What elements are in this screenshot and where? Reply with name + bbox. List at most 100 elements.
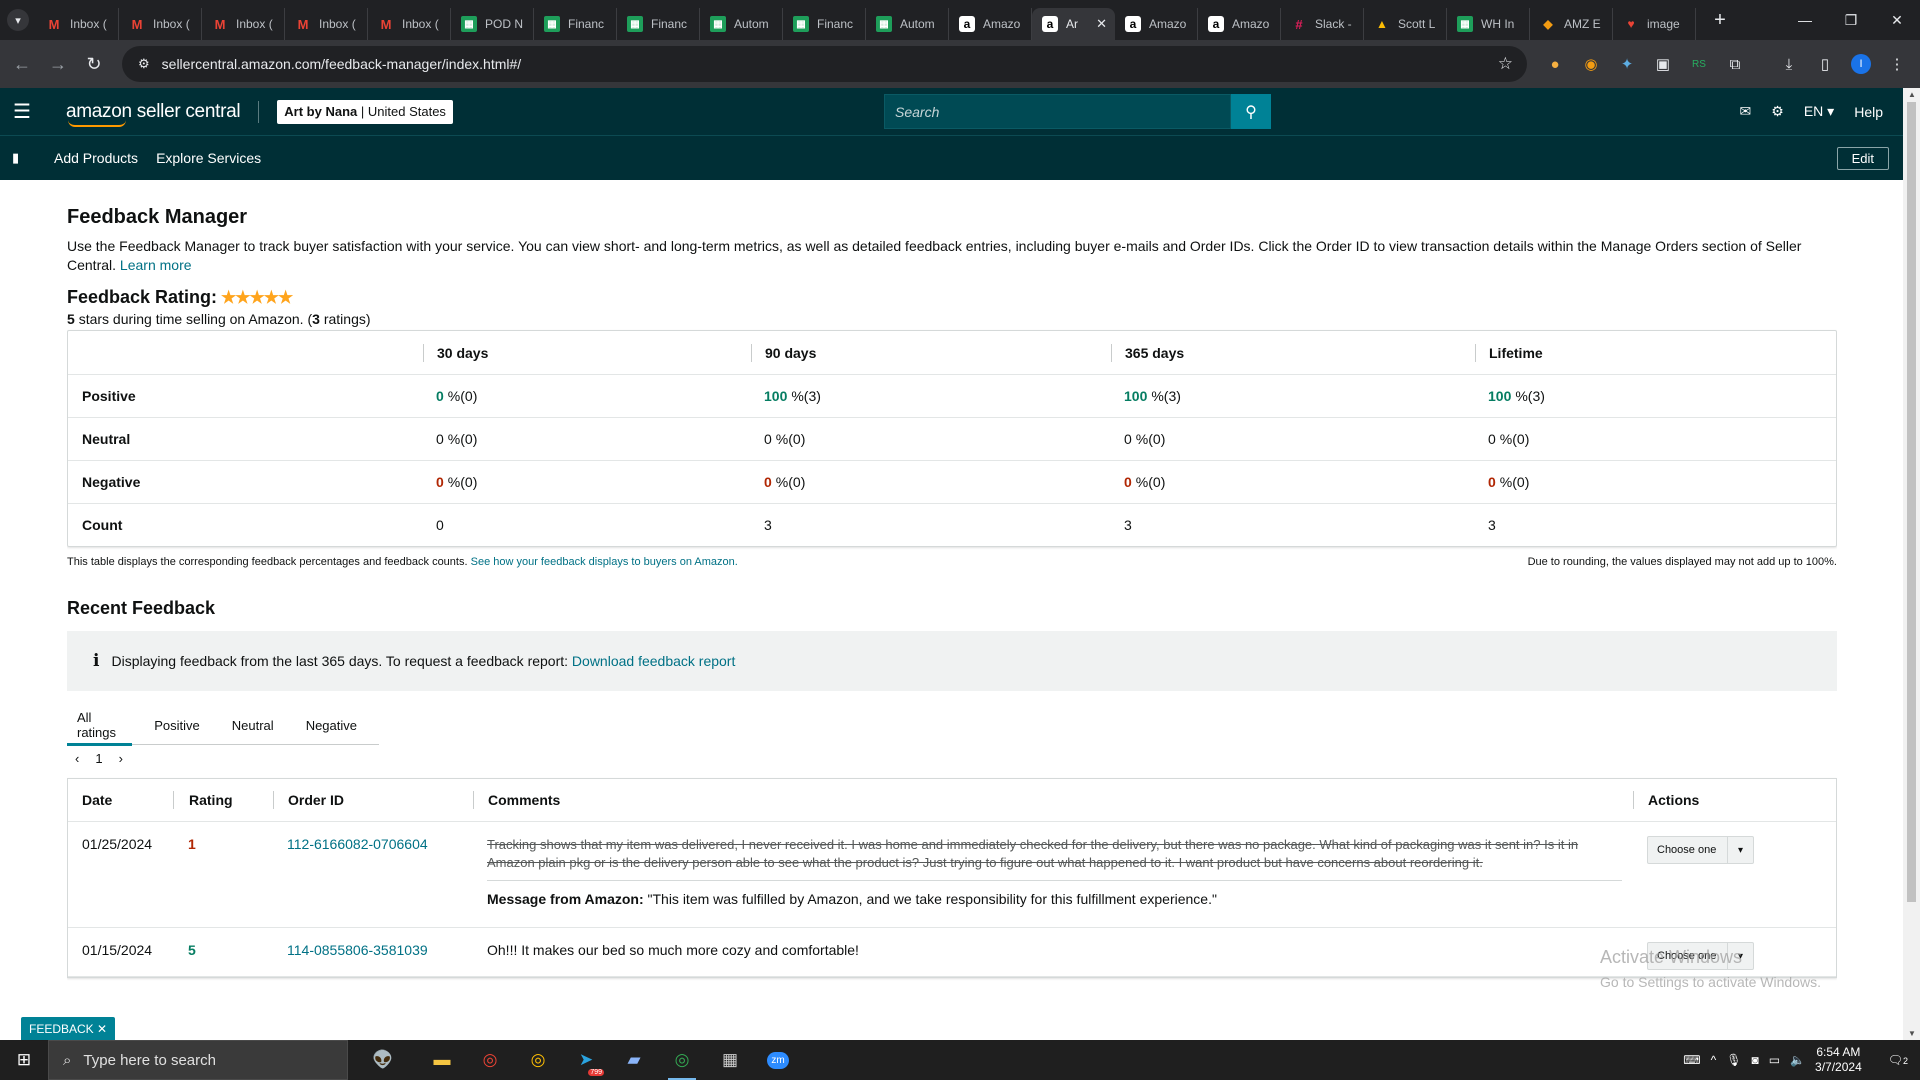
tab-all-ratings[interactable]: All ratings <box>67 705 133 746</box>
tab-neutral[interactable]: Neutral <box>222 705 284 745</box>
extension-icon[interactable]: ▣ <box>1646 40 1680 88</box>
browser-tab[interactable]: ▦ WH In <box>1447 8 1530 40</box>
scroll-down-icon[interactable]: ▼ <box>1908 1029 1916 1038</box>
browser-tab[interactable]: a Ar ✕ <box>1032 8 1115 40</box>
scroll-up-icon[interactable]: ▲ <box>1908 90 1916 99</box>
close-window-button[interactable]: ✕ <box>1874 0 1920 40</box>
feedback-display-link[interactable]: See how your feedback displays to buyers… <box>471 556 738 568</box>
chevron-right-icon[interactable]: › <box>119 751 123 766</box>
reload-button[interactable]: ↻ <box>76 46 112 82</box>
chrome-active-icon[interactable]: ◎ <box>658 1040 706 1080</box>
file-explorer-icon[interactable]: ▬ <box>418 1040 466 1080</box>
nav-link[interactable]: Explore Services <box>156 150 261 166</box>
windows-start-icon[interactable]: ⊞ <box>0 1040 48 1080</box>
browser-tab[interactable]: M Inbox ( <box>119 8 202 40</box>
microphone-icon[interactable]: 🎙 <box>1726 1053 1741 1067</box>
back-button[interactable]: ← <box>4 46 40 82</box>
browser-tab[interactable]: ▦ Financ <box>783 8 866 40</box>
tab-negative[interactable]: Negative <box>296 705 367 745</box>
browser-tab[interactable]: ▦ Financ <box>617 8 700 40</box>
network-icon[interactable]: ▭ <box>1769 1053 1780 1067</box>
browser-tab[interactable]: ◆ AMZ E <box>1530 8 1613 40</box>
close-icon[interactable]: ✕ <box>1096 16 1107 32</box>
browser-tab[interactable]: M Inbox ( <box>36 8 119 40</box>
browser-tab[interactable]: ▦ POD N <box>451 8 534 40</box>
seller-central-logo[interactable]: amazon seller central <box>66 101 241 127</box>
edit-button[interactable]: Edit <box>1836 147 1889 170</box>
browser-tab[interactable]: ▦ Financ <box>534 8 617 40</box>
search-button[interactable]: ⚲ <box>1231 94 1271 129</box>
new-tab-button[interactable]: + <box>1706 9 1734 32</box>
minimize-button[interactable]: — <box>1782 0 1828 40</box>
forward-button[interactable]: → <box>40 46 76 82</box>
keyboard-icon[interactable]: ⌨ <box>1683 1053 1700 1067</box>
downloads-icon[interactable]: ⤓ <box>1772 40 1806 88</box>
extension-icon[interactable]: ◉ <box>1574 40 1608 88</box>
search-icon: ⚲ <box>1245 103 1257 121</box>
browser-menu-icon[interactable]: ⋮ <box>1880 40 1914 88</box>
bookmark-icon[interactable]: ▮ <box>12 150 36 166</box>
page-number[interactable]: 1 <box>95 751 102 766</box>
chrome-profile-icon[interactable]: ◎ <box>466 1040 514 1080</box>
telegram-icon[interactable]: ➤ 799 <box>562 1040 610 1080</box>
gear-icon[interactable]: ⚙ <box>1771 103 1784 120</box>
store-switcher[interactable]: Art by Nana | United States <box>277 99 453 124</box>
calculator-icon[interactable]: ▦ <box>706 1040 754 1080</box>
browser-tab[interactable]: ▦ Autom <box>866 8 949 40</box>
chevron-down-icon[interactable]: ▾ <box>1727 837 1753 863</box>
browser-tab[interactable]: M Inbox ( <box>202 8 285 40</box>
scrollbar-thumb[interactable] <box>1907 102 1916 902</box>
extension-icon[interactable]: ● <box>1538 40 1572 88</box>
alien-widget-icon[interactable]: 👽 <box>348 1040 418 1080</box>
notes-icon[interactable]: ▰ <box>610 1040 658 1080</box>
help-link[interactable]: Help <box>1854 104 1883 120</box>
restore-button[interactable]: ❐ <box>1828 0 1874 40</box>
browser-tab[interactable]: ▲ Scott L <box>1364 8 1447 40</box>
chevron-left-icon[interactable]: ‹ <box>75 751 79 766</box>
nav-link[interactable]: Add Products <box>54 150 138 166</box>
language-select[interactable]: EN ▾ <box>1804 103 1834 120</box>
chevron-up-icon[interactable]: ^ <box>1711 1053 1717 1067</box>
site-info-icon[interactable]: ⚙ <box>138 56 150 72</box>
address-bar[interactable]: ⚙ sellercentral.amazon.com/feedback-mana… <box>122 46 1527 82</box>
browser-tab[interactable]: a Amazo <box>949 8 1032 40</box>
extension-icon[interactable]: RS <box>1682 40 1716 88</box>
amazon-smile-icon <box>68 120 126 127</box>
download-report-link[interactable]: Download feedback report <box>572 653 735 669</box>
notification-icon[interactable]: 🗨2 <box>1888 1053 1908 1067</box>
zoom-icon[interactable]: zm <box>754 1040 802 1080</box>
browser-tab[interactable]: M Inbox ( <box>285 8 368 40</box>
amazon-icon: a <box>1042 16 1058 32</box>
feedback-tab-button[interactable]: FEEDBACK ✕ <box>21 1017 116 1040</box>
browser-tab[interactable]: M Inbox ( <box>368 8 451 40</box>
order-id-link[interactable]: 114-0855806-3581039 <box>273 942 473 976</box>
amazon-icon: a <box>1125 16 1141 32</box>
hamburger-menu-icon[interactable]: ☰ <box>0 88 44 135</box>
metrics-cell: 0 %(0) <box>423 431 751 447</box>
search-input[interactable]: Search <box>884 94 1231 129</box>
browser-tab[interactable]: a Amazo <box>1198 8 1281 40</box>
page-scrollbar[interactable]: ▲ ▼ <box>1903 88 1920 1040</box>
side-panel-icon[interactable]: ▯ <box>1808 40 1842 88</box>
tab-search-button[interactable]: ▾ <box>0 0 36 40</box>
bookmark-star-icon[interactable]: ☆ <box>1498 54 1513 74</box>
volume-icon[interactable]: 🔈 <box>1790 1053 1805 1067</box>
clock[interactable]: 6:54 AM 3/7/2024 <box>1815 1045 1872 1075</box>
camera-icon[interactable]: ◙ <box>1751 1053 1758 1067</box>
feedback-table-header: Date Rating Order ID Comments Actions <box>68 779 1836 822</box>
extensions-puzzle-icon[interactable]: ⧉ <box>1718 40 1752 88</box>
browser-tab[interactable]: # Slack - <box>1281 8 1364 40</box>
close-icon[interactable]: ✕ <box>97 1022 107 1036</box>
mail-icon[interactable]: ✉ <box>1740 103 1752 120</box>
browser-tab[interactable]: ♥ image <box>1613 8 1696 40</box>
chrome-icon[interactable]: ◎ <box>514 1040 562 1080</box>
tab-positive[interactable]: Positive <box>144 705 210 745</box>
browser-tab[interactable]: ▦ Autom <box>700 8 783 40</box>
order-id-link[interactable]: 112-6166082-0706604 <box>273 836 473 927</box>
taskbar-search[interactable]: ⌕ Type here to search <box>48 1040 348 1080</box>
profile-avatar[interactable]: I <box>1844 40 1878 88</box>
learn-more-link[interactable]: Learn more <box>120 257 192 273</box>
action-dropdown[interactable]: Choose one ▾ <box>1647 836 1754 864</box>
browser-tab[interactable]: a Amazo <box>1115 8 1198 40</box>
extension-icon[interactable]: ✦ <box>1610 40 1644 88</box>
